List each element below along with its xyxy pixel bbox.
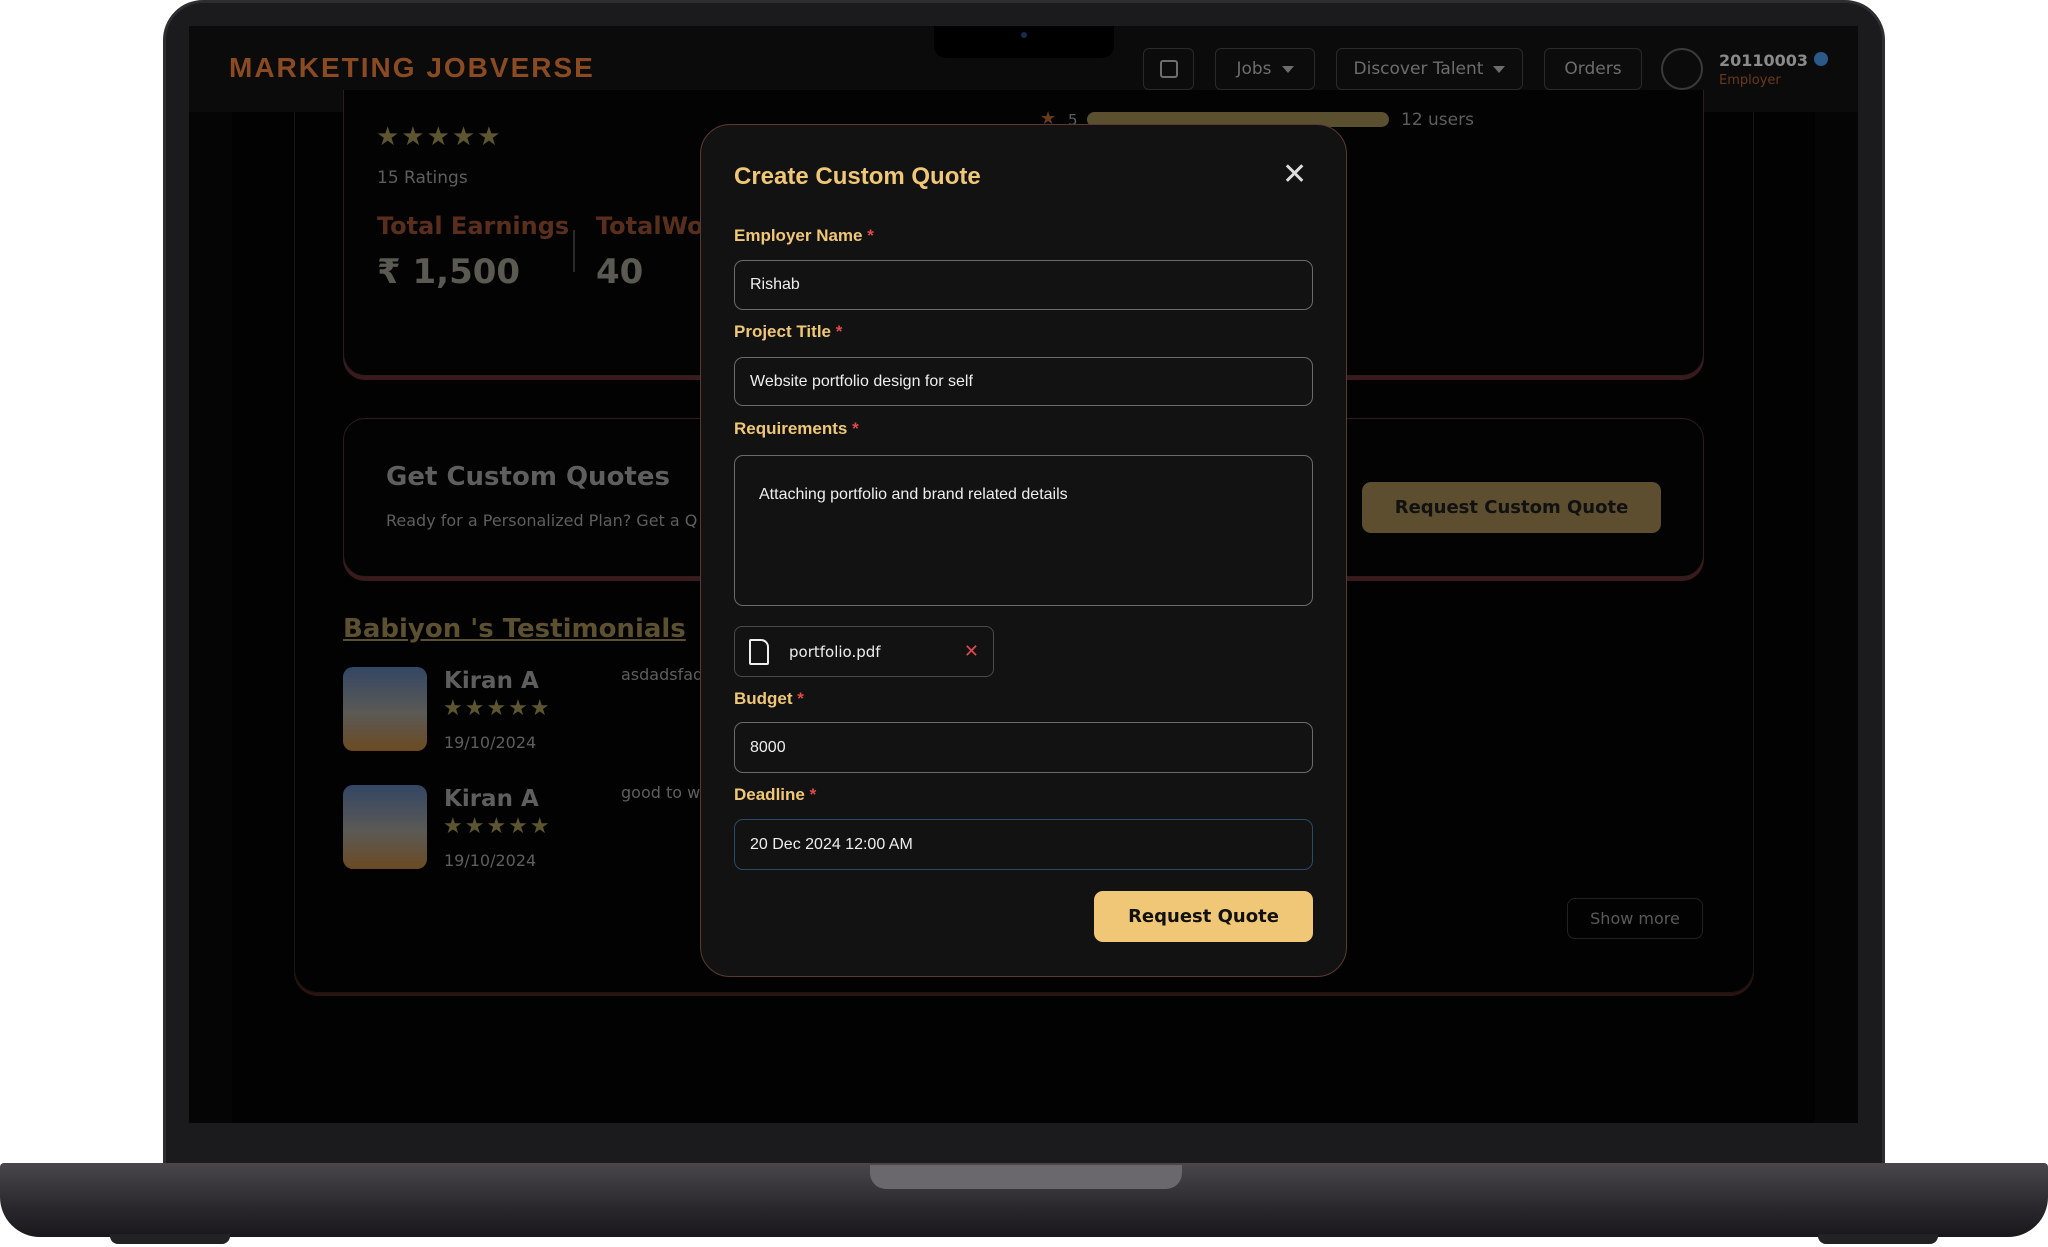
reviewer-avatar xyxy=(343,785,427,869)
deadline-input[interactable]: 20 Dec 2024 12:00 AM xyxy=(734,819,1313,870)
laptop-foot xyxy=(1818,1234,1938,1244)
employer-name-label: Employer Name * xyxy=(734,226,874,245)
laptop-groove xyxy=(870,1165,1182,1189)
deadline-label: Deadline * xyxy=(734,785,817,804)
budget-label: Budget * xyxy=(734,689,804,708)
review-date: 19/10/2024 xyxy=(444,851,537,870)
file-name: portfolio.pdf xyxy=(789,642,881,661)
quotes-subtitle: Ready for a Personalized Plan? Get a Q xyxy=(386,511,698,530)
jobs-dropdown[interactable]: Jobs xyxy=(1215,48,1315,90)
review-date: 19/10/2024 xyxy=(444,733,537,752)
orders-button[interactable]: Orders xyxy=(1544,48,1642,90)
caret-down-icon xyxy=(1493,65,1506,73)
reviewer-avatar xyxy=(343,667,427,751)
project-title-input[interactable]: Website portfolio design for self xyxy=(734,357,1313,406)
budget-input[interactable]: 8000 xyxy=(734,722,1313,773)
requirements-textarea[interactable]: Attaching portfolio and brand related de… xyxy=(734,455,1313,606)
jobs-label: Jobs xyxy=(1236,59,1272,79)
verified-icon xyxy=(1813,52,1828,66)
laptop-foot xyxy=(110,1234,230,1244)
request-custom-quote-button[interactable]: Request Custom Quote xyxy=(1362,482,1661,533)
rating-stars: ★★★★★ xyxy=(376,122,503,152)
requirements-label: Requirements * xyxy=(734,419,859,438)
reviewer-name: Kiran A xyxy=(444,668,539,694)
file-icon xyxy=(749,638,769,665)
project-title-label: Project Title * xyxy=(734,322,843,341)
earnings-value: ₹ 1,500 xyxy=(377,252,521,292)
review-stars: ★★★★★ xyxy=(443,696,552,721)
chat-button[interactable] xyxy=(1143,48,1194,90)
discover-label: Discover Talent xyxy=(1353,59,1484,79)
message-icon xyxy=(1159,60,1178,78)
employer-name-input[interactable]: Rishab xyxy=(734,260,1313,310)
remove-file-icon[interactable]: ✕ xyxy=(964,641,979,662)
ratings-count: 15 Ratings xyxy=(377,168,468,188)
quotes-title: Get Custom Quotes xyxy=(386,462,670,492)
request-quote-button[interactable]: Request Quote xyxy=(1094,891,1313,942)
camera-notch xyxy=(934,26,1114,58)
divider xyxy=(573,230,575,272)
attached-file-chip: portfolio.pdf ✕ xyxy=(734,626,994,677)
review-text: asdadsfad xyxy=(621,665,704,684)
review-text: good to w xyxy=(621,783,701,802)
avatar[interactable] xyxy=(1661,48,1703,90)
close-icon[interactable]: ✕ xyxy=(1282,160,1307,190)
user-id: 20110003 xyxy=(1719,51,1828,70)
show-more-button[interactable]: Show more xyxy=(1567,898,1703,939)
review-stars: ★★★★★ xyxy=(443,814,552,839)
discover-talent-dropdown[interactable]: Discover Talent xyxy=(1336,48,1523,90)
logo[interactable]: MARKETING JOBVERSE xyxy=(229,52,595,84)
bar-users: 12 users xyxy=(1401,110,1474,130)
camera xyxy=(1021,32,1027,38)
modal-title: Create Custom Quote xyxy=(734,163,981,190)
testimonials-heading: Babiyon 's Testimonials xyxy=(343,614,686,644)
work-label: TotalWor xyxy=(596,212,716,240)
user-role: Employer xyxy=(1719,73,1781,88)
caret-down-icon xyxy=(1281,65,1294,73)
earnings-label: Total Earnings xyxy=(377,212,570,240)
reviewer-name: Kiran A xyxy=(444,786,539,812)
orders-label: Orders xyxy=(1564,59,1622,79)
work-value: 40 xyxy=(596,252,644,292)
